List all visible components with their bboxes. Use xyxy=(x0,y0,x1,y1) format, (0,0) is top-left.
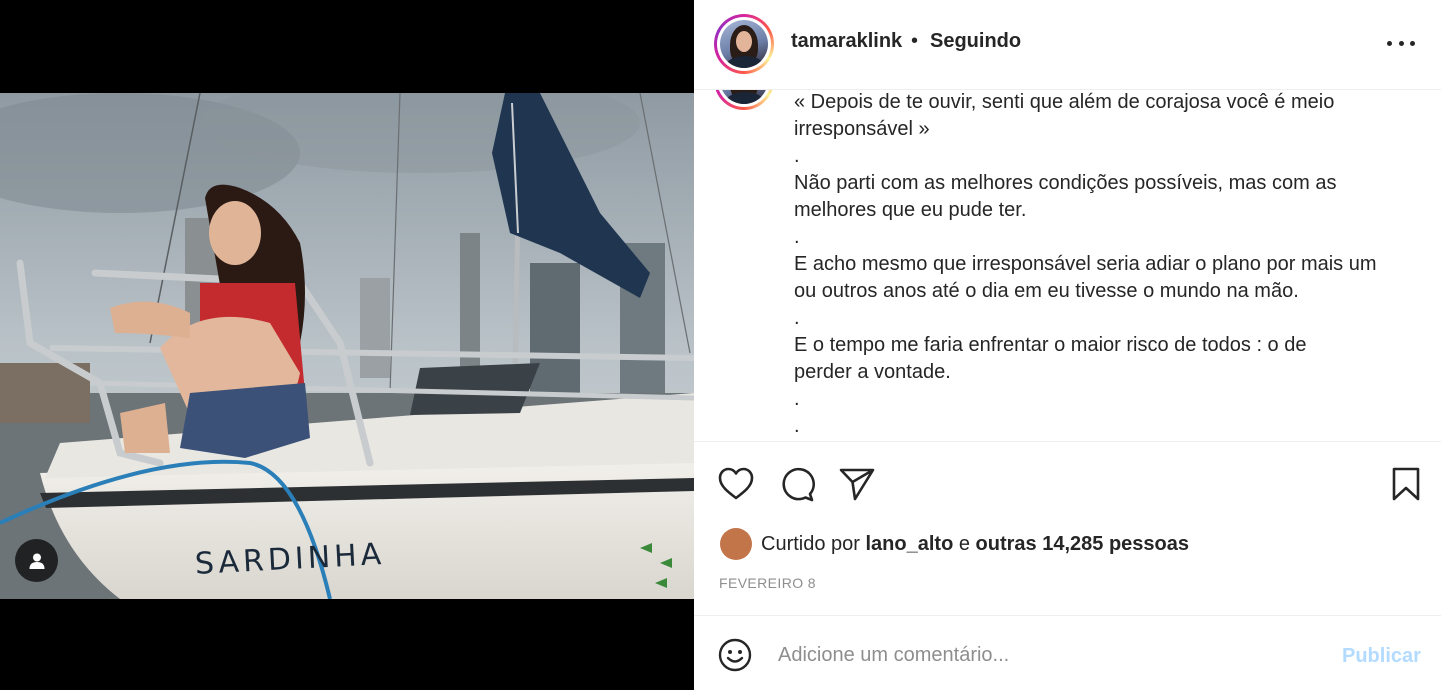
likes-prefix: Curtido por xyxy=(761,532,860,555)
caption-author-avatar[interactable] xyxy=(714,90,774,110)
caption-line: ou outros anos até o dia em eu tivesse o… xyxy=(794,280,1299,302)
caption-line: . xyxy=(794,226,800,248)
bookmark-icon xyxy=(1392,467,1420,501)
caption-line: melhores que eu pude ter. xyxy=(794,199,1027,221)
user-tag-icon xyxy=(29,553,44,569)
caption-line: . xyxy=(794,415,800,437)
caption-line: « Depois de te ouvir, senti que além de … xyxy=(794,91,1335,113)
caption-line: irresponsável » xyxy=(794,118,930,140)
author-avatar[interactable] xyxy=(714,14,774,74)
likes-others-link[interactable]: outras 14,285 pessoas xyxy=(976,533,1189,556)
share-icon xyxy=(839,468,875,501)
publish-button[interactable]: Publicar xyxy=(1342,645,1421,668)
comment-button[interactable] xyxy=(777,464,817,504)
caption-line: E o tempo me faria enfrentar o maior ris… xyxy=(794,334,1307,356)
likes-conjunction: e xyxy=(958,532,970,555)
liker-avatar[interactable] xyxy=(720,528,752,560)
following-button[interactable]: Seguindo xyxy=(930,30,1021,53)
user-tag-button[interactable] xyxy=(15,539,58,582)
likes-summary: Curtido por lano_alto e outras 14,285 pe… xyxy=(720,528,1189,560)
comment-icon xyxy=(782,467,815,502)
post-media[interactable]: SARDINHA xyxy=(0,0,694,690)
boat-photo-illustration: SARDINHA xyxy=(0,93,694,599)
comment-input[interactable] xyxy=(778,638,1318,672)
share-button[interactable] xyxy=(837,464,877,504)
emoji-icon xyxy=(718,638,752,672)
liker-username[interactable]: lano_alto xyxy=(866,533,954,556)
post-header: tamaraklink • Seguindo xyxy=(694,0,1441,90)
comment-bar: Publicar xyxy=(694,615,1441,690)
heart-icon xyxy=(718,467,754,500)
caption-line: . xyxy=(794,145,800,167)
post-panel: tamaraklink • Seguindo « Depois de te ou… xyxy=(694,0,1441,690)
caption-line: . xyxy=(794,388,800,410)
post-photo[interactable]: SARDINHA xyxy=(0,93,694,599)
caption-line: perder a vontade. xyxy=(794,361,951,383)
like-button[interactable] xyxy=(716,464,756,504)
caption-scroll-area[interactable]: « Depois de te ouvir, senti que além de … xyxy=(694,90,1441,442)
caption-line: . xyxy=(794,307,800,329)
post-actions xyxy=(694,442,1441,522)
caption-line: Não parti com as melhores condições poss… xyxy=(794,172,1337,194)
author-username[interactable]: tamaraklink xyxy=(791,30,902,53)
more-options-icon[interactable] xyxy=(1384,32,1418,54)
emoji-button[interactable] xyxy=(718,638,752,672)
caption-line: E acho mesmo que irresponsável seria adi… xyxy=(794,253,1377,275)
header-separator: • xyxy=(911,30,919,52)
post-date[interactable]: FEVEREIRO 8 xyxy=(719,575,816,591)
post-caption: « Depois de te ouvir, senti que além de … xyxy=(794,90,1414,440)
save-button[interactable] xyxy=(1386,464,1426,504)
